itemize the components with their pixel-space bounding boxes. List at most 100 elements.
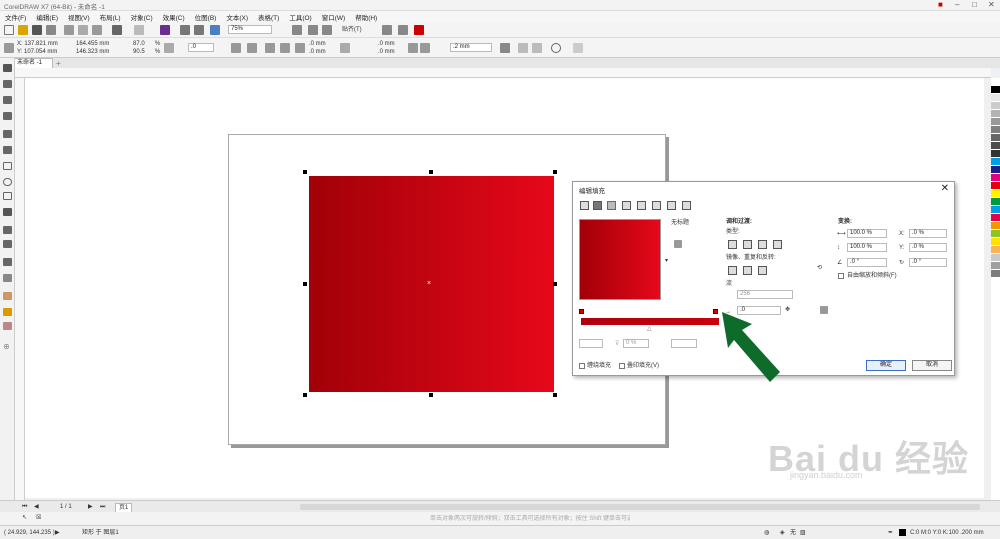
vertical-scrollbar[interactable] xyxy=(984,78,991,500)
to-back-icon[interactable] xyxy=(532,43,542,53)
minimize-icon[interactable]: – xyxy=(955,0,959,10)
grid-icon[interactable] xyxy=(322,25,332,35)
close-window-icon[interactable]: ✕ xyxy=(988,0,995,10)
palette-swatch[interactable] xyxy=(991,150,1000,158)
corner-bottom-right[interactable]: .0 mm xyxy=(378,48,395,56)
skew-field[interactable]: .0 ° xyxy=(847,258,887,267)
export-icon[interactable] xyxy=(194,25,204,35)
outline-width-select[interactable]: .2 mm xyxy=(450,43,492,52)
play-icon[interactable]: ▶ xyxy=(55,529,60,537)
selection-handle[interactable] xyxy=(303,393,307,397)
horizontal-scrollbar[interactable] xyxy=(300,504,980,510)
relative-corner-icon[interactable] xyxy=(408,43,418,53)
menu-help[interactable]: 帮助(H) xyxy=(350,12,382,22)
node-transparency-field[interactable]: 0 % xyxy=(623,339,649,348)
end-color-node[interactable] xyxy=(713,309,718,314)
menu-object[interactable]: 对象(C) xyxy=(126,12,158,22)
ellipse-tool-icon[interactable] xyxy=(3,178,12,186)
full-screen-icon[interactable] xyxy=(292,25,302,35)
artistic-media-tool-icon[interactable] xyxy=(3,146,12,154)
uniform-fill-icon[interactable] xyxy=(593,201,602,210)
width-value[interactable]: 164.455 mm xyxy=(76,40,109,48)
to-front-icon[interactable] xyxy=(518,43,528,53)
prev-page-icon[interactable]: ◀ xyxy=(34,503,39,511)
next-page-icon[interactable]: ▶ xyxy=(88,503,93,511)
texture-fill-icon[interactable] xyxy=(667,201,676,210)
close-icon[interactable]: ✕ xyxy=(941,183,949,194)
menu-layout[interactable]: 布局(L) xyxy=(95,12,126,22)
wrap-fill-checkbox[interactable] xyxy=(579,363,585,369)
palette-swatch[interactable] xyxy=(991,246,1000,254)
palette-swatch[interactable] xyxy=(991,118,1000,126)
new-file-icon[interactable] xyxy=(4,25,14,35)
fill-height-field[interactable]: 100.0 % xyxy=(847,243,887,252)
pick-icon[interactable]: ↖ xyxy=(22,514,27,522)
add-tool-icon[interactable]: ⊕ xyxy=(3,342,12,351)
menu-table[interactable]: 表格(T) xyxy=(253,12,284,22)
position-x[interactable]: X: 137.821 mm xyxy=(17,40,58,48)
rectangle-tool-icon[interactable] xyxy=(3,162,12,170)
reverse-fill-icon[interactable]: ⟲ xyxy=(817,264,822,272)
mirror-horizontal-icon[interactable] xyxy=(231,43,241,53)
color-palette[interactable] xyxy=(991,78,1000,500)
overprint-checkbox[interactable] xyxy=(619,363,625,369)
rotate-field[interactable]: .0 ° xyxy=(909,258,947,267)
palette-swatch[interactable] xyxy=(991,238,1000,246)
palette-swatch[interactable] xyxy=(991,206,1000,214)
start-color-node[interactable] xyxy=(579,309,584,314)
corner-top-left[interactable]: .0 mm xyxy=(309,40,326,48)
linear-fill-icon[interactable] xyxy=(728,240,737,249)
ok-button[interactable]: 确定 xyxy=(866,360,906,371)
preview-dropdown-icon[interactable]: ▾ xyxy=(665,257,668,265)
print-icon[interactable] xyxy=(46,25,56,35)
application-launcher-icon[interactable] xyxy=(398,25,408,35)
height-value[interactable]: 146.323 mm xyxy=(76,48,109,56)
palette-swatch[interactable] xyxy=(991,78,1000,86)
mirror-repeat-icon[interactable] xyxy=(743,266,752,275)
gradient-bar[interactable] xyxy=(581,318,719,325)
corner-bottom-left[interactable]: .0 mm xyxy=(309,48,326,56)
tab-document[interactable]: 未命名 -1 xyxy=(13,58,53,68)
object-origin-icon[interactable] xyxy=(4,43,14,53)
palette-swatch[interactable] xyxy=(991,142,1000,150)
palette-swatch[interactable] xyxy=(991,190,1000,198)
cut-icon[interactable] xyxy=(64,25,74,35)
palette-swatch[interactable] xyxy=(991,166,1000,174)
fountain-fill-icon[interactable] xyxy=(607,201,616,210)
fill-preview[interactable] xyxy=(579,219,661,300)
midpoint-slider-icon[interactable]: △ xyxy=(647,325,652,333)
snap-to-menu[interactable]: 贴齐(T) xyxy=(342,26,362,34)
add-preset-icon[interactable] xyxy=(573,43,583,53)
publish-pdf-icon[interactable] xyxy=(210,25,220,35)
pick-tool-icon[interactable] xyxy=(3,64,12,72)
save-fill-icon[interactable] xyxy=(674,240,682,248)
conical-fill-icon[interactable] xyxy=(758,240,767,249)
text-tool-icon[interactable] xyxy=(3,208,12,216)
menu-text[interactable]: 文本(X) xyxy=(221,12,253,22)
gradient-rectangle[interactable] xyxy=(309,176,554,392)
node-color-select[interactable] xyxy=(579,339,603,348)
smooth-blend-icon[interactable] xyxy=(820,306,828,314)
scale-x[interactable]: 87.0 xyxy=(133,40,145,48)
selection-handle[interactable] xyxy=(553,282,557,286)
undo-icon[interactable] xyxy=(112,25,122,35)
convert-to-curves-icon[interactable] xyxy=(551,43,561,53)
welcome-screen-icon[interactable] xyxy=(414,25,424,35)
offset-x-field[interactable]: .0 % xyxy=(909,229,947,238)
postscript-fill-icon[interactable] xyxy=(682,201,691,210)
palette-swatch[interactable] xyxy=(991,262,1000,270)
add-node-icon[interactable]: ✥ xyxy=(785,306,790,314)
palette-swatch[interactable] xyxy=(991,102,1000,110)
repeat-icon[interactable] xyxy=(758,266,767,275)
selection-handle[interactable] xyxy=(303,170,307,174)
palette-swatch[interactable] xyxy=(991,134,1000,142)
corner-top-right[interactable]: .0 mm xyxy=(378,40,395,48)
redo-icon[interactable] xyxy=(134,25,144,35)
selection-handle[interactable] xyxy=(429,393,433,397)
save-icon[interactable] xyxy=(32,25,42,35)
freehand-tool-icon[interactable] xyxy=(3,130,12,138)
selection-handle[interactable] xyxy=(429,170,433,174)
palette-swatch[interactable] xyxy=(991,126,1000,134)
maximize-icon[interactable]: □ xyxy=(972,0,977,10)
position-y[interactable]: Y: 107.054 mm xyxy=(17,48,57,56)
